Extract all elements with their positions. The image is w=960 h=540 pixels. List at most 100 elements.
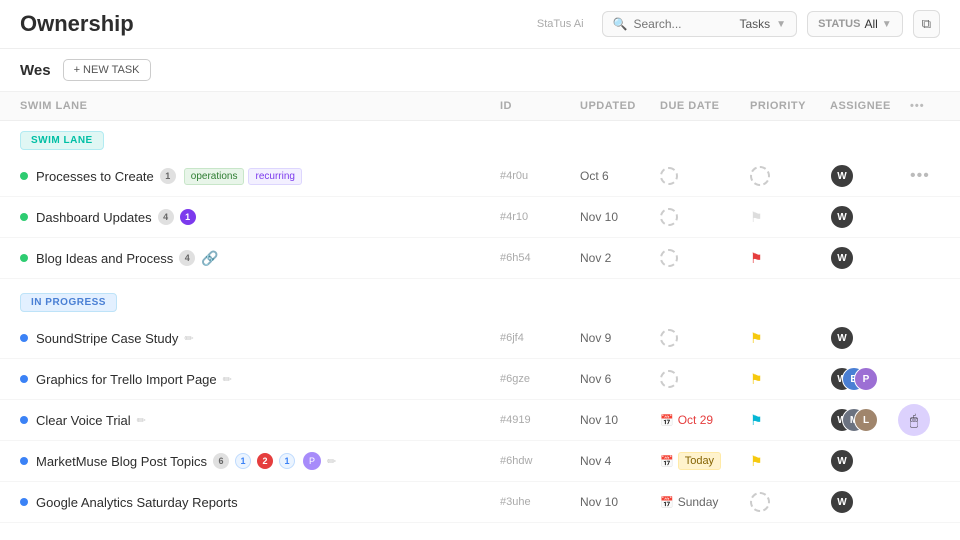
- table-row[interactable]: Processes to Create 1 operations recurri…: [0, 156, 960, 197]
- badge-count-1b: 1: [279, 453, 295, 469]
- col-assignee: ASSIGNEE: [830, 100, 910, 112]
- app-container: Ownership StaTus Ai 🔍 Tasks ▼ STATUS All…: [0, 0, 960, 540]
- task-id: #3uhe: [500, 496, 580, 508]
- row-tags: operations recurring: [184, 168, 302, 185]
- table-row[interactable]: Blog Ideas and Process 4 🔗 #6h54 Nov 2 ⚑…: [0, 238, 960, 279]
- search-input[interactable]: [633, 17, 733, 31]
- table-row[interactable]: Clear Voice Trial ✏ #4919 Nov 10 📅 Oct 2…: [0, 400, 960, 441]
- more-icon: •••: [910, 167, 930, 184]
- due-date: [660, 329, 750, 347]
- due-date: [660, 370, 750, 388]
- due-date-overdue: 📅 Oct 29: [660, 413, 750, 427]
- task-name: Clear Voice Trial ✏: [36, 413, 146, 428]
- assignee-cell: W: [830, 490, 910, 514]
- priority-flag-yellow: ⚑: [750, 453, 763, 470]
- status-dot-blue: [20, 498, 28, 506]
- assignee-cell: W: [830, 205, 910, 229]
- avatar: W: [830, 326, 854, 350]
- assignee-cell: W: [830, 246, 910, 270]
- task-id: #6h54: [500, 252, 580, 264]
- in-progress-badge: IN PROGRESS: [20, 293, 117, 312]
- table-row[interactable]: Google Analytics Saturday Reports #3uhe …: [0, 482, 960, 523]
- avatar-3: P: [854, 367, 878, 391]
- assignee-cell: W B P: [830, 367, 910, 391]
- cursor-overlay: 🖱: [898, 404, 930, 436]
- calendar-icon: 📅: [660, 414, 674, 427]
- task-id: #4919: [500, 414, 580, 426]
- today-badge: Today: [678, 452, 721, 470]
- task-link[interactable]: Graphics for Trello Import Page: [36, 372, 217, 387]
- task-link[interactable]: Clear Voice Trial: [36, 413, 131, 428]
- link-icon: 🔗: [201, 250, 218, 267]
- status-dot-blue: [20, 375, 28, 383]
- priority-flag-yellow: ⚑: [750, 330, 763, 347]
- task-name-cell: Google Analytics Saturday Reports: [20, 495, 500, 510]
- due-date-empty-icon: [660, 208, 678, 226]
- due-date-today: 📅 Today: [660, 452, 750, 470]
- task-name-cell: Graphics for Trello Import Page ✏: [20, 372, 500, 387]
- new-task-button[interactable]: + NEW TASK: [63, 59, 151, 81]
- task-name: MarketMuse Blog Post Topics 6 1 2 1 P ✏: [36, 452, 336, 470]
- task-link[interactable]: SoundStripe Case Study: [36, 331, 178, 346]
- col-due-date: DUE DATE: [660, 100, 750, 112]
- priority-flag-red: ⚑: [750, 250, 763, 267]
- user-name: Wes: [20, 62, 51, 79]
- swim-lane-badge: SWIM LANE: [20, 131, 104, 150]
- more-options[interactable]: •••: [910, 167, 940, 185]
- edit-icon[interactable]: ✏: [137, 414, 146, 427]
- status-ai-label: StaTus Ai: [537, 18, 584, 30]
- col-more: •••: [910, 100, 940, 112]
- badge-count-purple: 1: [180, 209, 196, 225]
- table-row[interactable]: SoundStripe Case Study ✏ #6jf4 Nov 9 ⚑ W: [0, 318, 960, 359]
- task-id: #4r10: [500, 211, 580, 223]
- calendar-icon: 📅: [660, 496, 674, 509]
- status-dot-blue: [20, 457, 28, 465]
- avatar: W: [830, 449, 854, 473]
- edit-icon[interactable]: ✏: [184, 332, 193, 345]
- assignee-cell: W: [830, 449, 910, 473]
- edit-icon[interactable]: ✏: [327, 455, 336, 468]
- badge-count-gray: 4: [158, 209, 174, 225]
- priority-cell: ⚑: [750, 453, 830, 470]
- task-name-cell: Dashboard Updates 4 1: [20, 209, 500, 225]
- table-row[interactable]: Graphics for Trello Import Page ✏ #6gze …: [0, 359, 960, 400]
- updated-date: Nov 10: [580, 210, 660, 224]
- main-content: SWIM LANE Processes to Create 1 operatio…: [0, 121, 960, 540]
- filter-button[interactable]: ⧉: [913, 10, 940, 38]
- table-header: SWIM LANE ID UPDATED DUE DATE PRIORITY A…: [0, 92, 960, 121]
- section-in-progress: IN PROGRESS SoundStripe Case Study ✏ #6j…: [0, 283, 960, 523]
- assignee-cell: W: [830, 326, 910, 350]
- badge-count: 1: [160, 168, 176, 184]
- task-link[interactable]: Google Analytics Saturday Reports: [36, 495, 238, 510]
- task-link[interactable]: Blog Ideas and Process: [36, 251, 173, 266]
- status-filter[interactable]: STATUS All ▼: [807, 11, 903, 37]
- priority-cell: ⚑: [750, 371, 830, 388]
- priority-cell: ⚑: [750, 209, 830, 226]
- priority-flag-gray: ⚑: [750, 209, 763, 226]
- task-name-cell: Clear Voice Trial ✏: [20, 413, 500, 428]
- priority-cell: ⚑: [750, 330, 830, 347]
- edit-icon[interactable]: ✏: [223, 373, 232, 386]
- table-row[interactable]: MarketMuse Blog Post Topics 6 1 2 1 P ✏ …: [0, 441, 960, 482]
- table-row[interactable]: Dashboard Updates 4 1 #4r10 Nov 10 ⚑ W: [0, 197, 960, 238]
- task-link[interactable]: Dashboard Updates: [36, 210, 152, 225]
- priority-cell: [750, 492, 830, 512]
- due-date-empty-icon: [660, 249, 678, 267]
- task-id: #6gze: [500, 373, 580, 385]
- task-name: SoundStripe Case Study ✏: [36, 331, 194, 346]
- search-bar[interactable]: 🔍 Tasks ▼: [602, 11, 798, 37]
- due-date-empty-icon: [660, 370, 678, 388]
- task-name-cell: Processes to Create 1 operations recurri…: [20, 168, 500, 185]
- sub-header: Wes + NEW TASK: [0, 49, 960, 92]
- search-icon: 🔍: [613, 17, 628, 31]
- task-link[interactable]: MarketMuse Blog Post Topics: [36, 454, 207, 469]
- col-updated: UPDATED: [580, 100, 660, 112]
- avatar-3: L: [854, 408, 878, 432]
- calendar-icon: 📅: [660, 455, 674, 468]
- priority-cell: [750, 166, 830, 186]
- due-date-empty-icon: [660, 329, 678, 347]
- chevron-down-icon: ▼: [776, 19, 786, 30]
- task-name: Graphics for Trello Import Page ✏: [36, 372, 232, 387]
- status-all-label: All: [864, 17, 877, 31]
- task-link[interactable]: Processes to Create: [36, 169, 154, 184]
